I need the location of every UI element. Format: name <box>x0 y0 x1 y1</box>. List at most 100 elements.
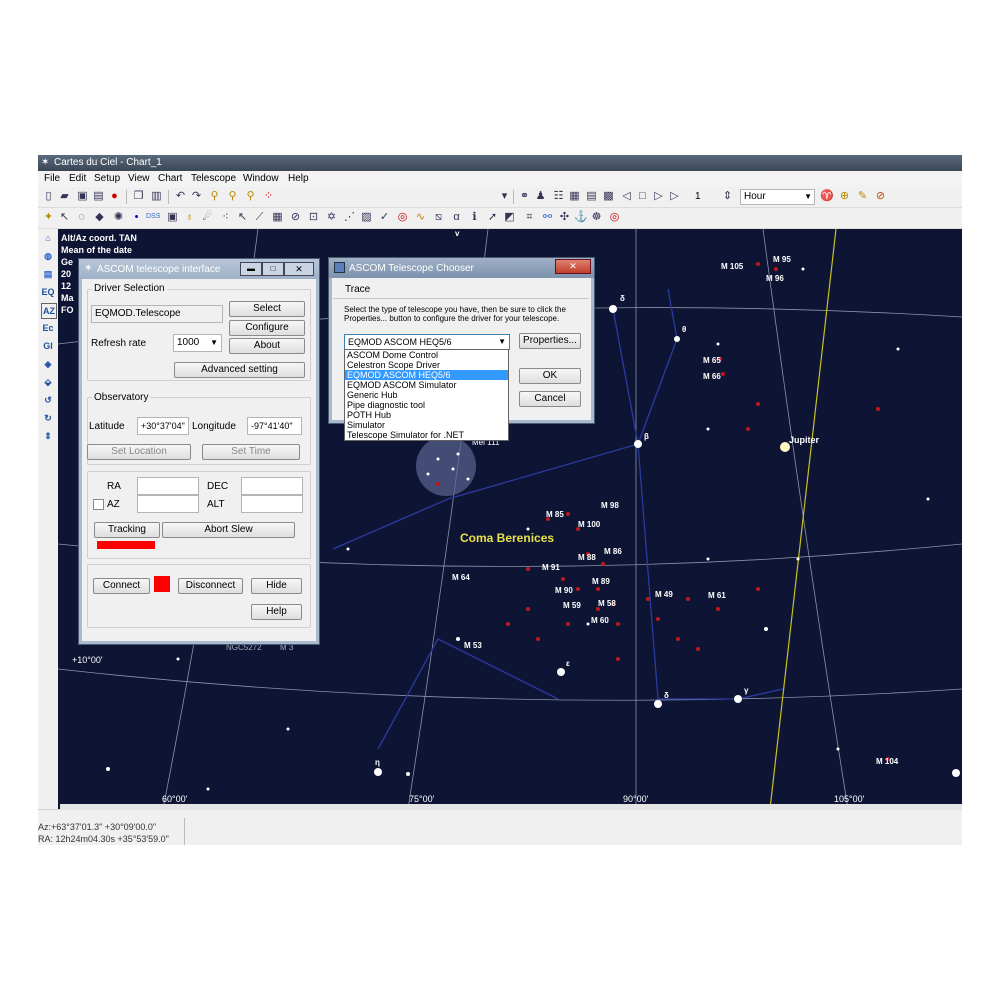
hatch-icon[interactable]: ⧅ <box>432 211 445 224</box>
chart-icon[interactable]: ⌂ <box>41 231 55 245</box>
menu-setup[interactable]: Setup <box>94 173 120 184</box>
bulb-icon[interactable]: ♁ <box>183 211 196 224</box>
milky-way-icon[interactable]: ∿ <box>414 211 427 224</box>
object-label[interactable]: M 49 <box>655 590 673 599</box>
close-button[interactable]: ✕ <box>284 262 314 276</box>
object-label[interactable]: M 53 <box>464 641 482 650</box>
constellation-icon[interactable]: ✡ <box>325 211 338 224</box>
zoom-in-icon[interactable]: ⚲ <box>226 190 239 203</box>
object-label[interactable]: M 64 <box>452 573 470 582</box>
grid-icon[interactable]: ▦ <box>271 211 284 224</box>
maximize-button[interactable]: □ <box>262 262 284 276</box>
menu-view[interactable]: View <box>128 173 150 184</box>
eq-coord-button[interactable]: EQ <box>41 285 55 299</box>
boundary-icon[interactable]: ⋰ <box>343 211 356 224</box>
dropdown-option[interactable]: Pipe diagnostic tool <box>345 400 508 410</box>
telescope-icon[interactable]: ⌗ <box>523 211 536 224</box>
trace-menu[interactable]: Trace <box>345 284 370 295</box>
save-icon[interactable]: ▣ <box>76 190 89 203</box>
step-value[interactable]: 1 <box>695 191 701 202</box>
rotate-icon[interactable]: ◈ <box>41 357 55 371</box>
ra-field[interactable] <box>137 477 199 495</box>
menu-help[interactable]: Help <box>288 173 309 184</box>
object-label[interactable]: M 60 <box>591 616 609 625</box>
dot-icon[interactable]: • <box>130 211 143 224</box>
zoom-out-icon[interactable]: ⚲ <box>244 190 257 203</box>
dropdown-option[interactable]: Simulator <box>345 420 508 430</box>
vertical-flip-icon[interactable]: ⇕ <box>41 429 55 443</box>
telescope-select[interactable]: EQMOD ASCOM HEQ5/6 ▼ <box>344 334 510 350</box>
horizontal-scrollbar[interactable] <box>60 804 962 810</box>
dropdown-option[interactable]: EQMOD ASCOM Simulator <box>345 380 508 390</box>
object-label[interactable]: M 104 <box>876 757 898 766</box>
dropdown-option[interactable]: Celestron Scope Driver <box>345 360 508 370</box>
undo-icon[interactable]: ↶ <box>174 190 187 203</box>
menu-edit[interactable]: Edit <box>69 173 86 184</box>
calculator-icon[interactable]: ▩ <box>602 190 615 203</box>
dropdown-option[interactable]: Generic Hub <box>345 390 508 400</box>
cursor-icon[interactable]: ↖ <box>58 211 71 224</box>
play-icon[interactable]: ▷ <box>652 190 665 203</box>
object-label[interactable]: M 61 <box>708 591 726 600</box>
object-label[interactable]: M 65 <box>703 356 721 365</box>
compass-icon[interactable]: ⊘ <box>289 211 302 224</box>
object-label[interactable]: M 58 <box>598 599 616 608</box>
object-label[interactable]: M 85 <box>546 510 564 519</box>
dec-field[interactable] <box>241 477 303 495</box>
lasso-icon[interactable]: ◌ <box>75 211 88 224</box>
copy-icon[interactable]: ❐ <box>132 190 145 203</box>
az-field[interactable] <box>137 495 199 513</box>
alt-field[interactable] <box>241 495 303 513</box>
refresh-rate-select[interactable]: 1000 ▼ <box>173 334 222 352</box>
menu-file[interactable]: File <box>44 173 60 184</box>
minimize-button[interactable]: ▬ <box>240 262 262 276</box>
hide-button[interactable]: Hide <box>251 578 302 594</box>
object-label[interactable]: M 59 <box>563 601 581 610</box>
latitude-field[interactable]: +30°37'04" <box>137 417 189 435</box>
about-button[interactable]: About <box>229 338 305 354</box>
rotate-left-icon[interactable]: ↺ <box>41 393 55 407</box>
star-icon[interactable]: ✦ <box>42 211 55 224</box>
crosshair-icon[interactable]: ⊡ <box>307 211 320 224</box>
tool-icon[interactable]: ✣ <box>558 211 571 224</box>
target-scope-icon[interactable]: ◎ <box>608 211 621 224</box>
object-label[interactable]: M 91 <box>542 563 560 572</box>
menu-window[interactable]: Window <box>243 173 279 184</box>
gal-coord-button[interactable]: Gl <box>41 339 55 353</box>
driver-field[interactable]: EQMOD.Telescope <box>91 305 223 323</box>
fov-icon[interactable]: ⁘ <box>262 190 275 203</box>
dss-icon[interactable]: DSS <box>146 213 160 220</box>
menu-chart[interactable]: Chart <box>158 173 182 184</box>
select-button[interactable]: Select <box>229 301 305 317</box>
abort-slew-button[interactable]: Abort Slew <box>162 522 295 538</box>
object-label[interactable]: M 88 <box>578 553 596 562</box>
pin-icon[interactable]: ● <box>108 190 121 203</box>
mark-icon[interactable]: ✓ <box>378 211 391 224</box>
back-icon[interactable]: ◁ <box>620 190 633 203</box>
invert-icon[interactable]: ◩ <box>503 211 516 224</box>
spin-icon[interactable]: ⇕ <box>721 190 734 203</box>
flip-icon[interactable]: ⬙ <box>41 375 55 389</box>
cancel-button[interactable]: Cancel <box>519 391 581 407</box>
object-label[interactable]: M 90 <box>555 586 573 595</box>
rotate-right-icon[interactable]: ↻ <box>41 411 55 425</box>
zoom-icon[interactable]: ⚲ <box>208 190 221 203</box>
advanced-setting-button[interactable]: Advanced setting <box>174 362 305 378</box>
disconnect-button[interactable]: Disconnect <box>178 578 243 594</box>
calendar-icon[interactable]: ▤ <box>585 190 598 203</box>
horizon-icon[interactable]: ◎ <box>396 211 409 224</box>
pointer-icon[interactable]: ◆ <box>93 211 106 224</box>
dropdown-option-selected[interactable]: EQMOD ASCOM HEQ5/6 <box>345 370 508 380</box>
arrow-icon[interactable]: ➚ <box>486 211 499 224</box>
stop-icon[interactable]: □ <box>636 190 649 203</box>
help-button[interactable]: Help <box>251 604 302 620</box>
label-icon[interactable]: ℹ <box>468 211 481 224</box>
image-icon[interactable]: ▣ <box>166 211 179 224</box>
planet-icon[interactable]: ♈ <box>820 190 834 203</box>
comet-icon[interactable]: ☄ <box>201 211 214 224</box>
close-button[interactable]: ✕ <box>555 259 591 274</box>
measure-icon[interactable]: ⟋ <box>253 211 266 224</box>
az-coord-button[interactable]: AZ <box>41 303 57 319</box>
connect-icon[interactable]: ⚯ <box>541 211 554 224</box>
print-icon[interactable]: ▤ <box>92 190 105 203</box>
